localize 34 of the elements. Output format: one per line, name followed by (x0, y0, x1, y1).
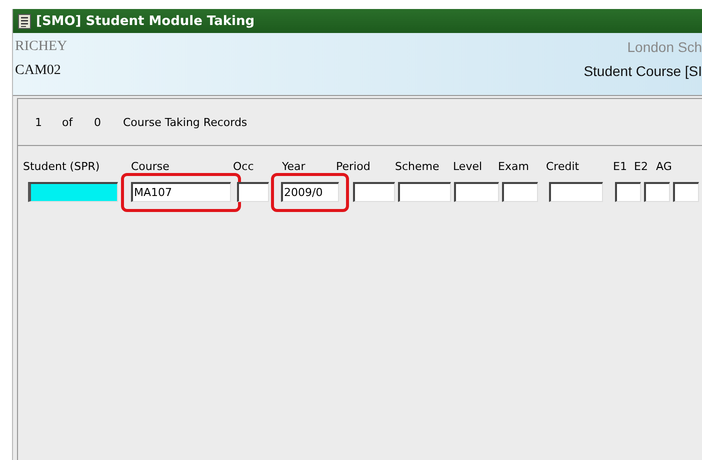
user-name: RICHEY (15, 39, 68, 55)
input-field[interactable] (502, 182, 538, 202)
record-of-label: of (62, 116, 74, 128)
input-field[interactable] (353, 182, 395, 202)
input-field[interactable] (615, 182, 641, 202)
column-label: Period (336, 160, 372, 175)
input-field[interactable] (673, 182, 699, 202)
input-field[interactable] (28, 182, 118, 202)
column-label: Level (453, 160, 484, 175)
institution-name: London Sch (627, 39, 702, 55)
input-field[interactable] (454, 182, 499, 202)
input-field[interactable] (237, 182, 269, 202)
column-label: Course (131, 160, 170, 175)
record-number: 1 (35, 116, 43, 128)
records-label: Course Taking Records (123, 116, 248, 128)
column-label: Student (SPR) (23, 160, 101, 175)
input-field[interactable] (398, 182, 451, 202)
column-label: E2 (634, 160, 649, 175)
column-label: Credit (546, 160, 580, 175)
record-count: 0 (94, 116, 102, 128)
column-label: Year (282, 160, 306, 175)
input-field[interactable] (549, 182, 603, 202)
column-label: Exam (498, 160, 530, 175)
input-field[interactable]: 2009/0 (281, 182, 339, 202)
input-field[interactable]: MA107 (131, 182, 231, 202)
form-code: CAM02 (15, 63, 61, 79)
form-name: Student Course [SI (584, 63, 702, 79)
column-label: Occ (233, 160, 255, 175)
column-label: AG (656, 160, 673, 175)
input-field[interactable] (644, 182, 670, 202)
column-label: E1 (613, 160, 628, 175)
window-title: [SMO] Student Module Taking (36, 14, 255, 28)
column-label: Scheme (395, 160, 440, 175)
document-icon (18, 14, 31, 28)
